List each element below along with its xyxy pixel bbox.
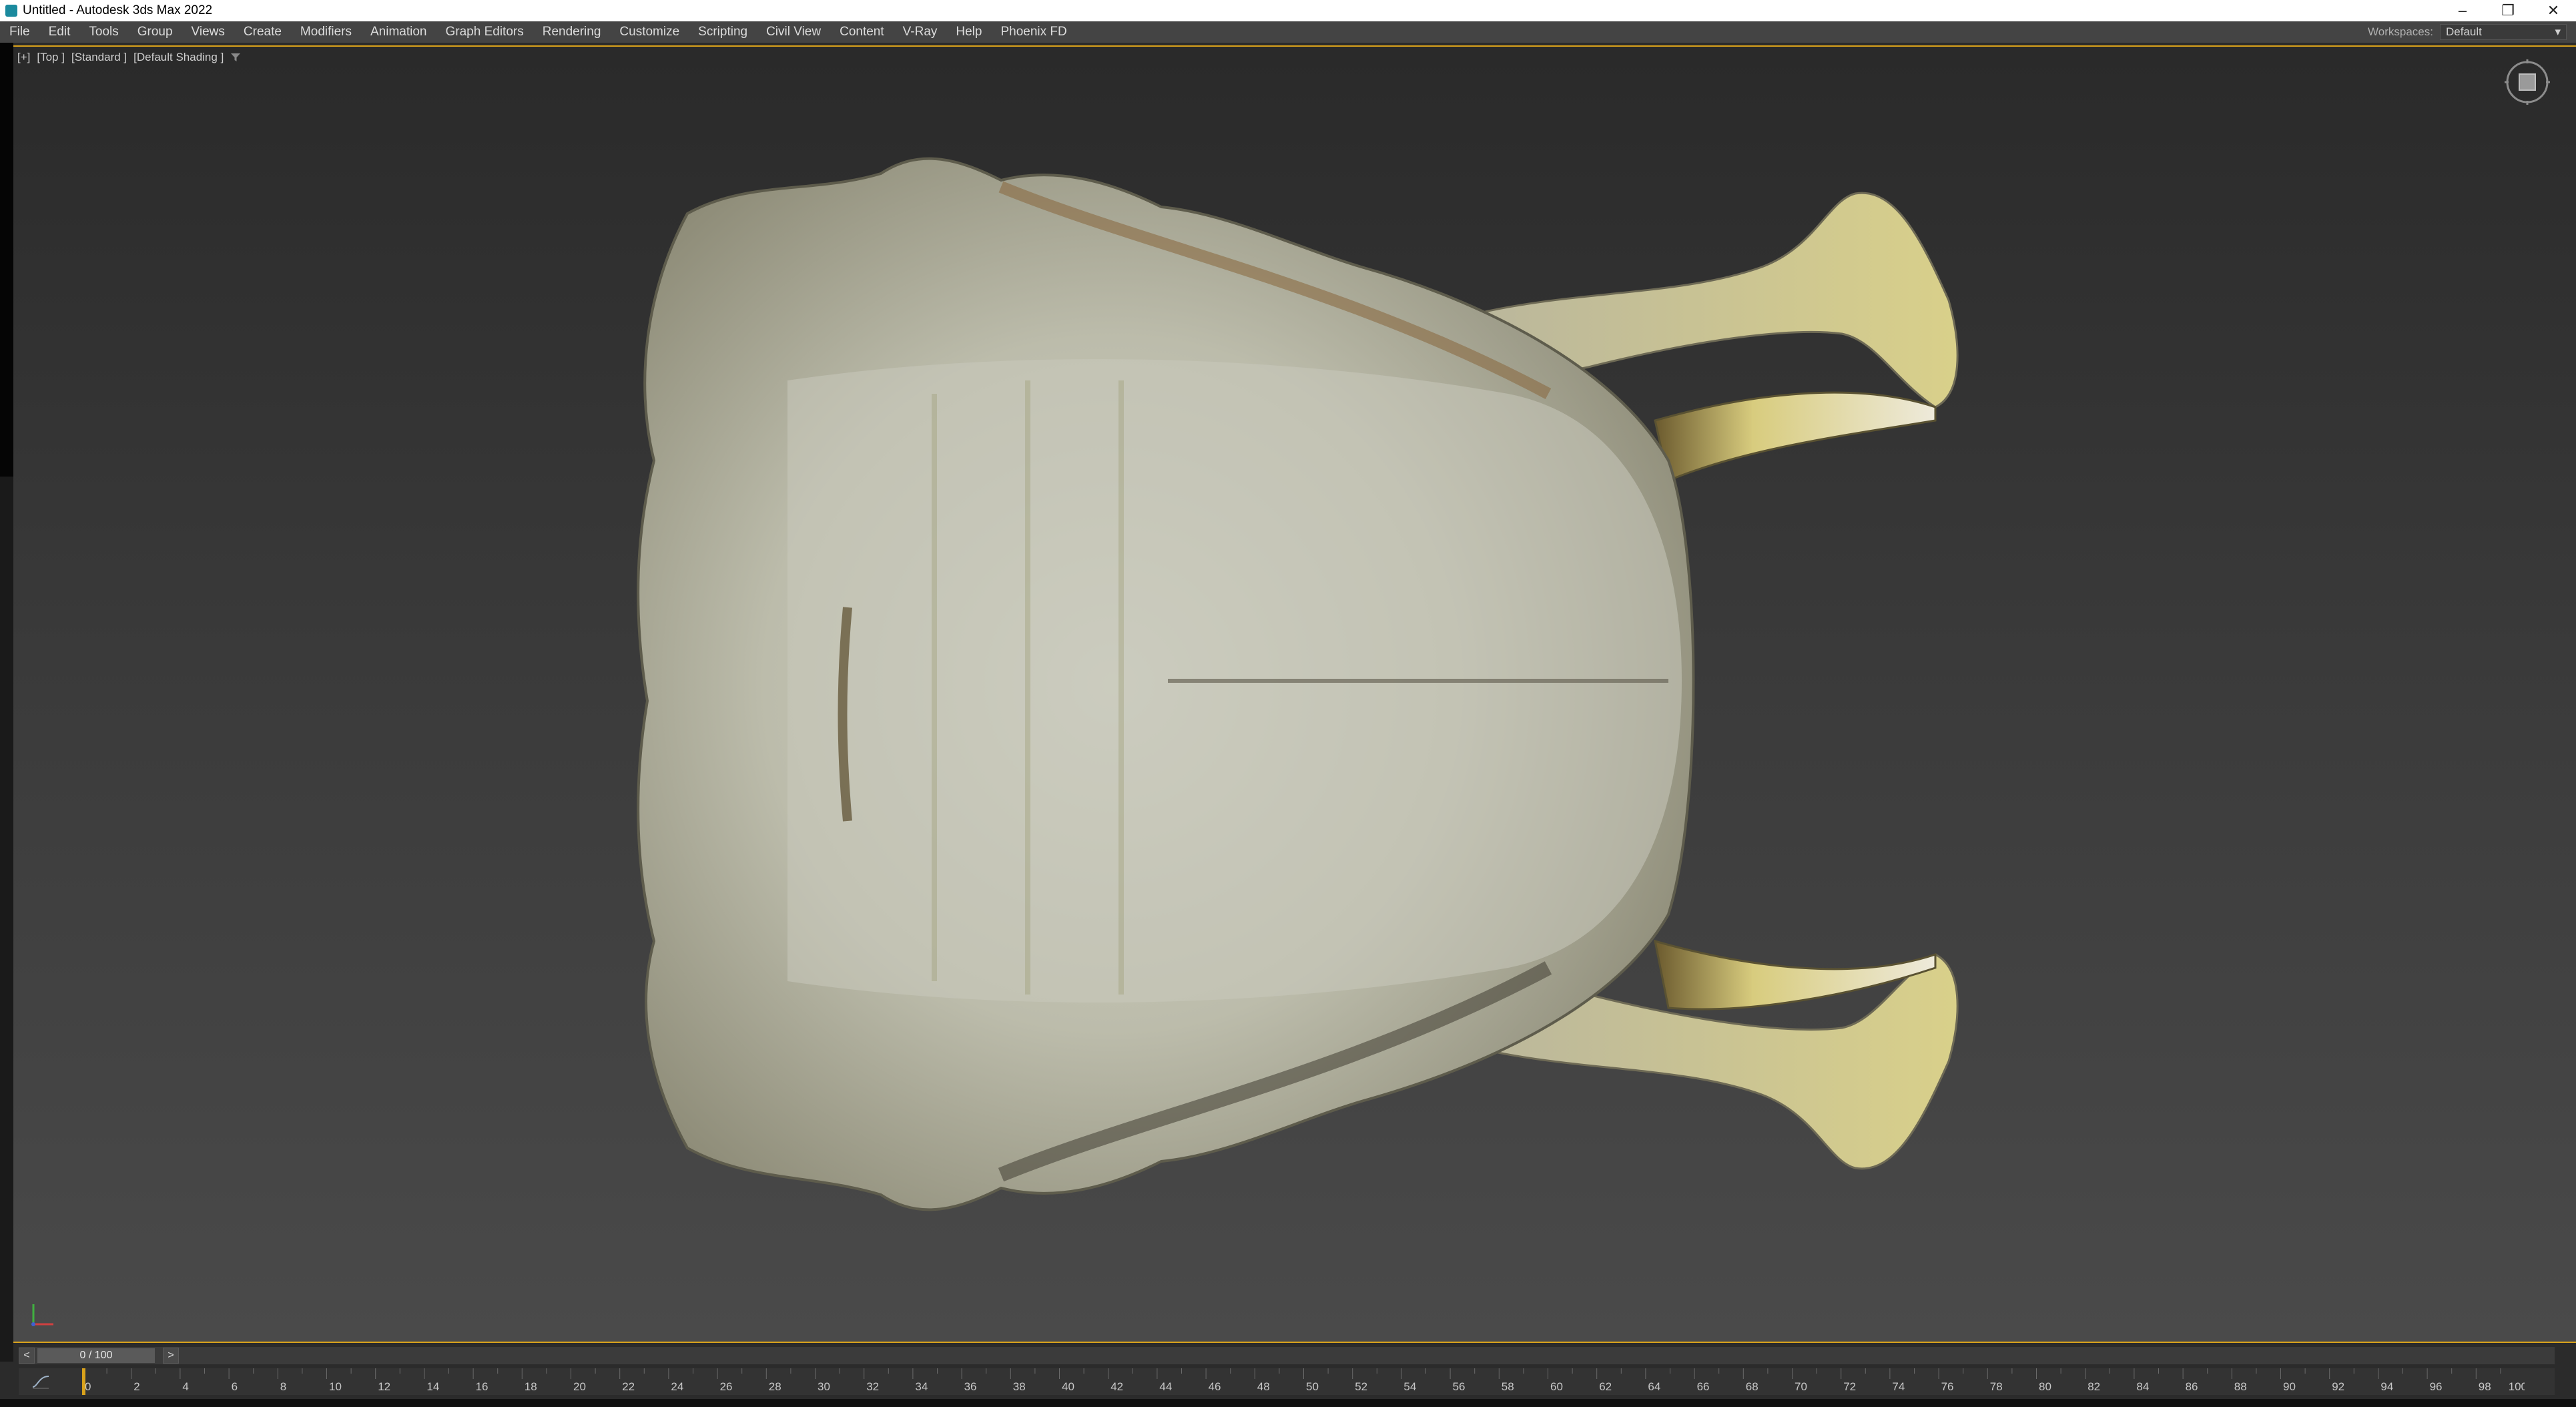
ruler-label: 96 xyxy=(2430,1380,2443,1393)
menu-civil-view[interactable]: Civil View xyxy=(757,25,830,39)
ruler-label: 66 xyxy=(1697,1380,1710,1393)
left-edge-strip xyxy=(0,43,13,1362)
ruler-label: 42 xyxy=(1110,1380,1123,1393)
left-edge-dark xyxy=(0,43,13,477)
ruler-label: 76 xyxy=(1941,1380,1954,1393)
current-frame-marker[interactable] xyxy=(82,1368,85,1395)
ruler-label: 16 xyxy=(476,1380,489,1393)
ruler-label: 48 xyxy=(1257,1380,1270,1393)
ruler-label: 38 xyxy=(1013,1380,1026,1393)
ruler-label: 56 xyxy=(1453,1380,1466,1393)
menu-graph-editors[interactable]: Graph Editors xyxy=(436,25,533,39)
ruler-label: 18 xyxy=(525,1380,537,1393)
ruler-label: 32 xyxy=(866,1380,879,1393)
ruler-label: 0 xyxy=(85,1380,91,1393)
ruler-label: 80 xyxy=(2039,1380,2051,1393)
menu-rendering[interactable]: Rendering xyxy=(533,25,611,39)
ruler-label: 12 xyxy=(378,1380,390,1393)
workspaces-dropdown[interactable]: Default ▾ xyxy=(2440,24,2567,40)
ruler-label: 20 xyxy=(573,1380,586,1393)
menu-group[interactable]: Group xyxy=(128,25,182,39)
ruler-label: 40 xyxy=(1062,1380,1074,1393)
menu-help[interactable]: Help xyxy=(946,25,991,39)
chevron-down-icon: ▾ xyxy=(2555,25,2561,38)
ruler-label: 10 xyxy=(329,1380,342,1393)
viewport-top[interactable]: [+] [Top ] [Standard ] [Default Shading … xyxy=(13,45,2576,1343)
ruler-label: 24 xyxy=(671,1380,683,1393)
ruler-label: 28 xyxy=(769,1380,781,1393)
menu-vray[interactable]: V-Ray xyxy=(894,25,947,39)
menu-animation[interactable]: Animation xyxy=(361,25,436,39)
ruler-label: 46 xyxy=(1209,1380,1221,1393)
ruler-label: 36 xyxy=(964,1380,977,1393)
ruler-label: 92 xyxy=(2332,1380,2344,1393)
viewcube-icon[interactable] xyxy=(2503,57,2552,107)
axis-tripod-icon xyxy=(31,1304,53,1326)
workspaces-label: Workspaces: xyxy=(2368,25,2433,38)
menu-scripting[interactable]: Scripting xyxy=(689,25,757,39)
ruler-label: 8 xyxy=(280,1380,286,1393)
title-bar: Untitled - Autodesk 3ds Max 2022 – ❐ ✕ xyxy=(0,0,2576,21)
ruler-label: 62 xyxy=(1599,1380,1612,1393)
curve-editor-toggle-icon[interactable] xyxy=(31,1374,51,1390)
ruler-label: 44 xyxy=(1159,1380,1172,1393)
ruler-label: 54 xyxy=(1403,1380,1416,1393)
menu-views[interactable]: Views xyxy=(182,25,234,39)
menu-phoenix-fd[interactable]: Phoenix FD xyxy=(991,25,1076,39)
menu-edit[interactable]: Edit xyxy=(39,25,80,39)
ruler-label: 90 xyxy=(2283,1380,2296,1393)
os-taskbar xyxy=(0,1399,2576,1407)
ruler-label: 88 xyxy=(2234,1380,2247,1393)
app-icon xyxy=(5,5,17,17)
time-slider-thumb[interactable]: 0 / 100 xyxy=(37,1348,155,1363)
menu-customize[interactable]: Customize xyxy=(610,25,689,39)
window-title: Untitled - Autodesk 3ds Max 2022 xyxy=(23,3,213,17)
minimize-button[interactable]: – xyxy=(2440,0,2485,21)
track-bar[interactable]: 0 2 4 6 8 10 12 14 16 18 20 22 24 26 28 30 32 34 36 38 40 42 4… xyxy=(19,1368,2555,1395)
ruler-label: 50 xyxy=(1306,1380,1319,1393)
ruler-label: 84 xyxy=(2136,1380,2149,1393)
ruler-label: 52 xyxy=(1355,1380,1367,1393)
frame-ruler[interactable]: 0 2 4 6 8 10 12 14 16 18 20 22 24 26 28 30 32 34 36 38 40 42 4… xyxy=(82,1368,2525,1395)
ruler-label: 86 xyxy=(2186,1380,2198,1393)
ruler-label: 34 xyxy=(915,1380,928,1393)
close-button[interactable]: ✕ xyxy=(2531,0,2576,21)
ruler-label: 68 xyxy=(1746,1380,1758,1393)
restore-button[interactable]: ❐ xyxy=(2485,0,2531,21)
ruler-label: 100 xyxy=(2509,1380,2525,1393)
next-frame-button[interactable]: > xyxy=(163,1348,179,1364)
ruler-label: 30 xyxy=(818,1380,830,1393)
previous-frame-button[interactable]: < xyxy=(19,1348,35,1364)
ruler-label: 22 xyxy=(622,1380,635,1393)
window-controls: – ❐ ✕ xyxy=(2440,0,2576,21)
menu-bar: File Edit Tools Group Views Create Modif… xyxy=(0,21,2576,43)
viewport-model[interactable] xyxy=(13,47,2576,1342)
ruler-label: 2 xyxy=(133,1380,139,1393)
ruler-label: 94 xyxy=(2380,1380,2393,1393)
menu-tools[interactable]: Tools xyxy=(79,25,127,39)
ruler-label: 82 xyxy=(2087,1380,2100,1393)
ruler-label: 58 xyxy=(1502,1380,1514,1393)
workspaces-value: Default xyxy=(2446,25,2482,38)
ruler-label: 60 xyxy=(1550,1380,1563,1393)
ruler-label: 78 xyxy=(1990,1380,2003,1393)
ruler-label: 26 xyxy=(720,1380,733,1393)
ruler-label: 74 xyxy=(1892,1380,1905,1393)
time-slider[interactable]: < 0 / 100 > xyxy=(19,1347,2555,1364)
menu-file[interactable]: File xyxy=(0,25,39,39)
menu-content[interactable]: Content xyxy=(830,25,894,39)
ruler-label: 64 xyxy=(1648,1380,1660,1393)
ruler-label: 98 xyxy=(2479,1380,2491,1393)
menu-create[interactable]: Create xyxy=(234,25,291,39)
ruler-label: 6 xyxy=(232,1380,238,1393)
ruler-label: 72 xyxy=(1843,1380,1856,1393)
workspaces: Workspaces: Default ▾ xyxy=(2368,21,2567,43)
menu-modifiers[interactable]: Modifiers xyxy=(291,25,361,39)
ruler-label: 14 xyxy=(426,1380,439,1393)
ruler-label: 4 xyxy=(182,1380,188,1393)
ruler-label: 70 xyxy=(1795,1380,1807,1393)
